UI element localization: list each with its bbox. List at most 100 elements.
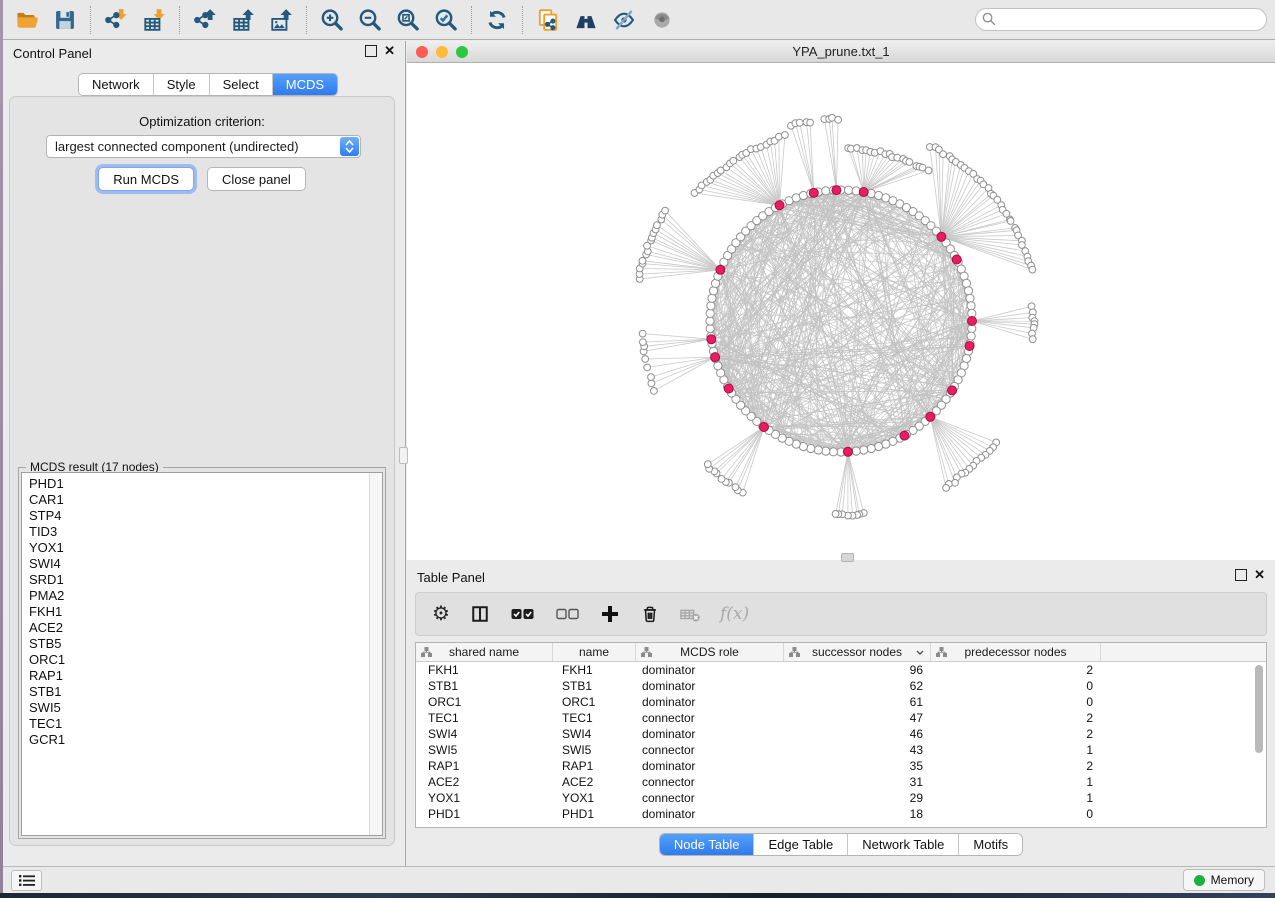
column-header-shared-name[interactable]: shared name — [416, 643, 553, 661]
table-mode-button[interactable]: ⚙ — [432, 604, 450, 624]
mcds-node[interactable] — [760, 423, 769, 432]
mcds-node[interactable] — [926, 412, 935, 421]
network-node[interactable] — [829, 448, 837, 456]
network-node[interactable] — [782, 132, 789, 139]
mcds-result-item[interactable]: CAR1 — [29, 492, 382, 508]
window-zoom-icon[interactable] — [456, 46, 468, 58]
network-node[interactable] — [832, 511, 839, 518]
mcds-result-item[interactable]: ORC1 — [29, 652, 382, 668]
zoom-fit-button[interactable] — [392, 4, 424, 36]
network-node[interactable] — [940, 151, 947, 158]
network-node[interactable] — [875, 442, 883, 450]
mcds-result-item[interactable]: SWI5 — [29, 700, 382, 716]
network-node[interactable] — [852, 447, 860, 455]
network-node[interactable] — [708, 294, 716, 302]
mcds-node[interactable] — [775, 201, 784, 210]
network-node[interactable] — [732, 484, 739, 491]
mcds-result-item[interactable]: PMA2 — [29, 588, 382, 604]
table-row[interactable]: ACE2ACE2connector311 — [416, 774, 1266, 790]
mcds-result-item[interactable]: YOX1 — [29, 540, 382, 556]
mcds-node[interactable] — [711, 353, 720, 362]
column-header-MCDS-role[interactable]: MCDS role — [636, 643, 784, 661]
network-node[interactable] — [845, 186, 853, 194]
network-node[interactable] — [964, 287, 972, 295]
mcds-result-list[interactable]: PHD1CAR1STP4TID3YOX1SWI4SRD1PMA2FKH1ACE2… — [21, 472, 383, 836]
search-input[interactable] — [975, 8, 1267, 31]
mcds-node[interactable] — [716, 265, 725, 274]
mcds-node[interactable] — [937, 232, 946, 241]
network-node[interactable] — [662, 207, 669, 214]
control-panel-float-icon[interactable] — [365, 45, 377, 57]
column-header-successor-nodes[interactable]: successor nodes — [784, 643, 931, 661]
zoom-out-button[interactable] — [354, 4, 386, 36]
network-node[interactable] — [639, 330, 646, 337]
vertical-splitter-handle[interactable] — [399, 447, 408, 464]
table-row[interactable]: FKH1FKH1dominator962 — [416, 662, 1266, 678]
show-all-button[interactable] — [646, 4, 678, 36]
deselect-all-button[interactable] — [555, 605, 580, 623]
network-node[interactable] — [867, 444, 875, 452]
tab-network-table[interactable]: Network Table — [848, 834, 959, 855]
close-panel-button[interactable]: Close panel — [207, 167, 306, 191]
zoom-selected-button[interactable] — [430, 4, 462, 36]
tab-mcds[interactable]: MCDS — [273, 74, 337, 95]
refresh-button[interactable] — [481, 4, 513, 36]
network-window-titlebar[interactable]: YPA_prune.txt_1 — [407, 41, 1275, 63]
memory-button[interactable]: Memory — [1183, 869, 1265, 891]
window-minimize-icon[interactable] — [436, 46, 448, 58]
mcds-node[interactable] — [707, 335, 716, 344]
network-node[interactable] — [796, 119, 803, 126]
zoom-in-button[interactable] — [316, 4, 348, 36]
table-row[interactable]: YOX1YOX1connector291 — [416, 790, 1266, 806]
network-node[interactable] — [704, 461, 711, 468]
mcds-result-item[interactable]: GCR1 — [29, 732, 382, 748]
mcds-node[interactable] — [832, 186, 841, 195]
first-neighbors-button[interactable] — [570, 4, 602, 36]
mcds-result-item[interactable]: STP4 — [29, 508, 382, 524]
network-node[interactable] — [644, 364, 651, 371]
cytopanel-list-button[interactable] — [11, 870, 42, 891]
clone-network-button[interactable] — [532, 4, 564, 36]
network-node[interactable] — [807, 119, 814, 126]
tab-style[interactable]: Style — [154, 74, 210, 95]
open-file-button[interactable] — [11, 4, 43, 36]
mcds-node[interactable] — [900, 431, 909, 440]
column-selector-button[interactable] — [470, 605, 490, 623]
network-node[interactable] — [967, 302, 975, 310]
network-node[interactable] — [706, 325, 714, 333]
network-node[interactable] — [651, 388, 658, 395]
network-node[interactable] — [814, 446, 822, 454]
select-all-button[interactable] — [510, 605, 535, 623]
export-network-button[interactable] — [189, 4, 221, 36]
window-close-icon[interactable] — [416, 46, 428, 58]
mcds-result-item[interactable]: TID3 — [29, 524, 382, 540]
mcds-node[interactable] — [952, 255, 961, 264]
table-row[interactable]: STB1STB1dominator620 — [416, 678, 1266, 694]
network-node[interactable] — [962, 279, 970, 287]
network-node[interactable] — [967, 332, 975, 340]
splitter-grip[interactable] — [841, 553, 854, 562]
network-node[interactable] — [860, 446, 868, 454]
network-node[interactable] — [925, 167, 932, 174]
mcds-node[interactable] — [809, 188, 818, 197]
table-scrollbar[interactable] — [1253, 663, 1265, 827]
network-node[interactable] — [822, 187, 830, 195]
table-row[interactable]: PHD1PHD1dominator180 — [416, 806, 1266, 822]
mcds-result-item[interactable]: PHD1 — [29, 476, 382, 492]
tab-select[interactable]: Select — [210, 74, 273, 95]
mcds-result-item[interactable]: ACE2 — [29, 620, 382, 636]
mcds-node[interactable] — [859, 188, 868, 197]
save-session-button[interactable] — [49, 4, 81, 36]
network-node[interactable] — [952, 479, 959, 486]
mcds-result-item[interactable]: SWI4 — [29, 556, 382, 572]
network-node[interactable] — [799, 191, 807, 199]
table-scrollbar-thumb[interactable] — [1255, 665, 1263, 753]
table-row[interactable]: RAP1RAP1dominator352 — [416, 758, 1266, 774]
tab-node-table[interactable]: Node Table — [660, 834, 755, 855]
table-panel-close-icon[interactable]: ✕ — [1254, 569, 1265, 581]
network-node[interactable] — [1029, 266, 1036, 273]
network-node[interactable] — [718, 476, 725, 483]
tab-edge-table[interactable]: Edge Table — [754, 834, 848, 855]
table-row[interactable]: SWI4SWI4dominator462 — [416, 726, 1266, 742]
mcds-result-item[interactable]: STB1 — [29, 684, 382, 700]
